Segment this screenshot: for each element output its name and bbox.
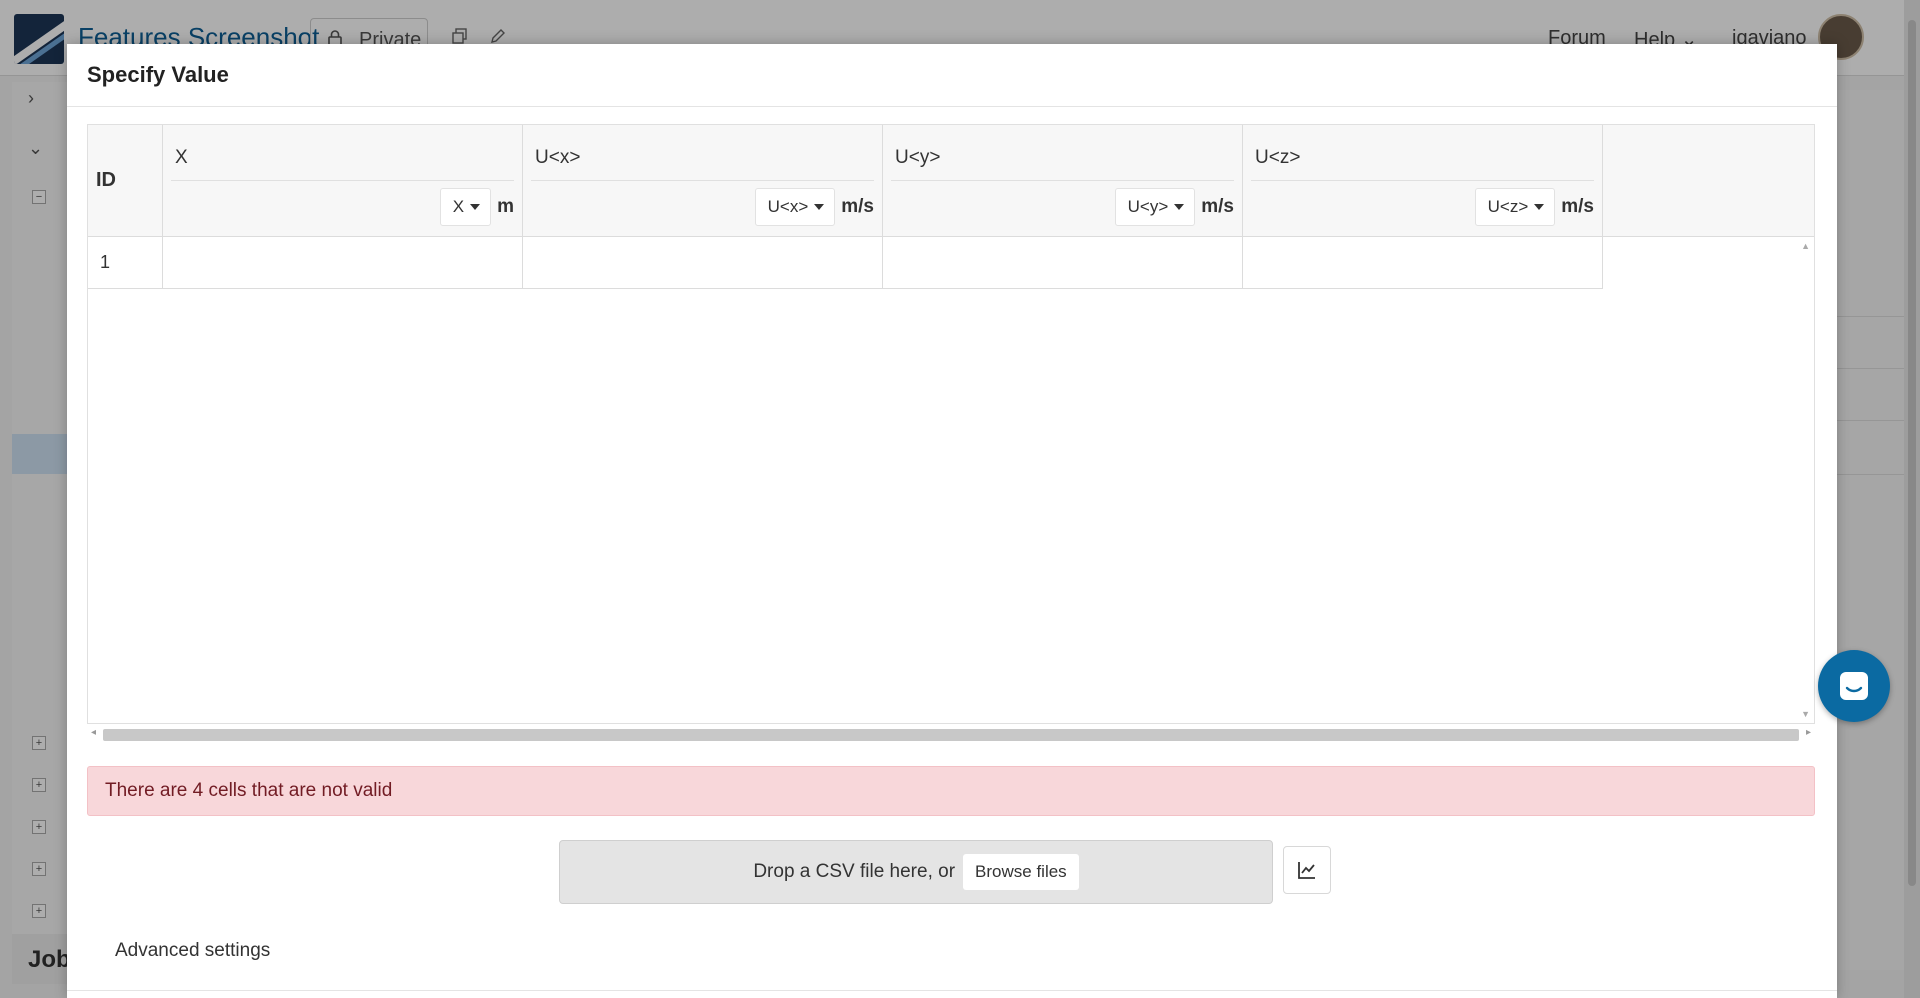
column-header-label: X [175, 147, 188, 168]
scroll-left-arrow-icon[interactable]: ◂ [91, 727, 96, 738]
column-header-id: ID [88, 125, 163, 237]
line-chart-icon [1298, 862, 1315, 879]
table-horizontal-scrollbar[interactable]: ◂ ▸ [87, 726, 1815, 742]
caret-down-icon [470, 204, 481, 210]
column-header-label: U<x> [535, 147, 581, 168]
unit-row: U<y> m/s [1114, 187, 1234, 227]
column-header-label: U<y> [895, 147, 941, 168]
quantity-select-value: X [452, 197, 465, 216]
scroll-up-arrow-icon[interactable]: ▲ [1801, 241, 1810, 251]
unit-label: m [497, 196, 514, 217]
scroll-down-arrow-icon[interactable]: ▼ [1801, 709, 1810, 719]
divider [891, 180, 1234, 181]
validation-alert: There are 4 cells that are not valid [87, 766, 1815, 816]
table-header: ID X X m U<x> U<x> m/s U<y> U<y> m/s U<z… [88, 125, 1814, 237]
unit-row: U<z> m/s [1474, 187, 1594, 227]
column-header-uz: U<z> U<z> m/s [1243, 125, 1603, 237]
scroll-right-arrow-icon[interactable]: ▸ [1806, 727, 1811, 738]
column-header-label: U<z> [1255, 147, 1301, 168]
chat-icon [1840, 672, 1868, 700]
scrollbar-thumb[interactable] [103, 729, 1799, 741]
quantity-select-value: U<z> [1487, 197, 1529, 216]
specify-value-modal: Specify Value ID X X m U<x> U<x> m/s U<y… [67, 44, 1837, 998]
csv-dropzone[interactable]: Drop a CSV file here, or Browse files [559, 840, 1273, 904]
quantity-select[interactable]: U<x> [754, 188, 836, 226]
quantity-select[interactable]: U<z> [1474, 188, 1556, 226]
quantity-select[interactable]: X [439, 188, 492, 226]
row-id-cell: 1 [88, 237, 163, 289]
divider [67, 990, 1837, 991]
divider [67, 106, 1837, 107]
unit-row: X m [439, 187, 514, 227]
quantity-select[interactable]: U<y> [1114, 188, 1196, 226]
table-row: 1 [88, 237, 1603, 289]
unit-label: m/s [1561, 196, 1594, 217]
column-header-x: X X m [163, 125, 523, 237]
column-header-label: ID [96, 169, 116, 191]
dropzone-text: Drop a CSV file here, or [753, 861, 956, 882]
table-cell[interactable] [163, 237, 523, 289]
table-cell[interactable] [883, 237, 1243, 289]
quantity-select-value: U<x> [767, 197, 809, 216]
caret-down-icon [1174, 204, 1185, 210]
advanced-settings-toggle[interactable]: Advanced settings [115, 940, 270, 962]
chat-launcher-button[interactable] [1818, 650, 1890, 722]
divider [171, 180, 514, 181]
caret-down-icon [1534, 204, 1545, 210]
unit-label: m/s [1201, 196, 1234, 217]
divider [1251, 180, 1594, 181]
column-header-uy: U<y> U<y> m/s [883, 125, 1243, 237]
column-header-ux: U<x> U<x> m/s [523, 125, 883, 237]
table-cell[interactable] [523, 237, 883, 289]
divider [531, 180, 874, 181]
quantity-select-value: U<y> [1127, 197, 1169, 216]
unit-label: m/s [841, 196, 874, 217]
plot-button[interactable] [1283, 846, 1331, 894]
modal-title: Specify Value [87, 62, 229, 87]
browse-files-button[interactable]: Browse files [963, 854, 1079, 890]
value-table: ID X X m U<x> U<x> m/s U<y> U<y> m/s U<z… [87, 124, 1815, 724]
table-cell[interactable] [1243, 237, 1603, 289]
caret-down-icon [814, 204, 825, 210]
unit-row: U<x> m/s [754, 187, 874, 227]
